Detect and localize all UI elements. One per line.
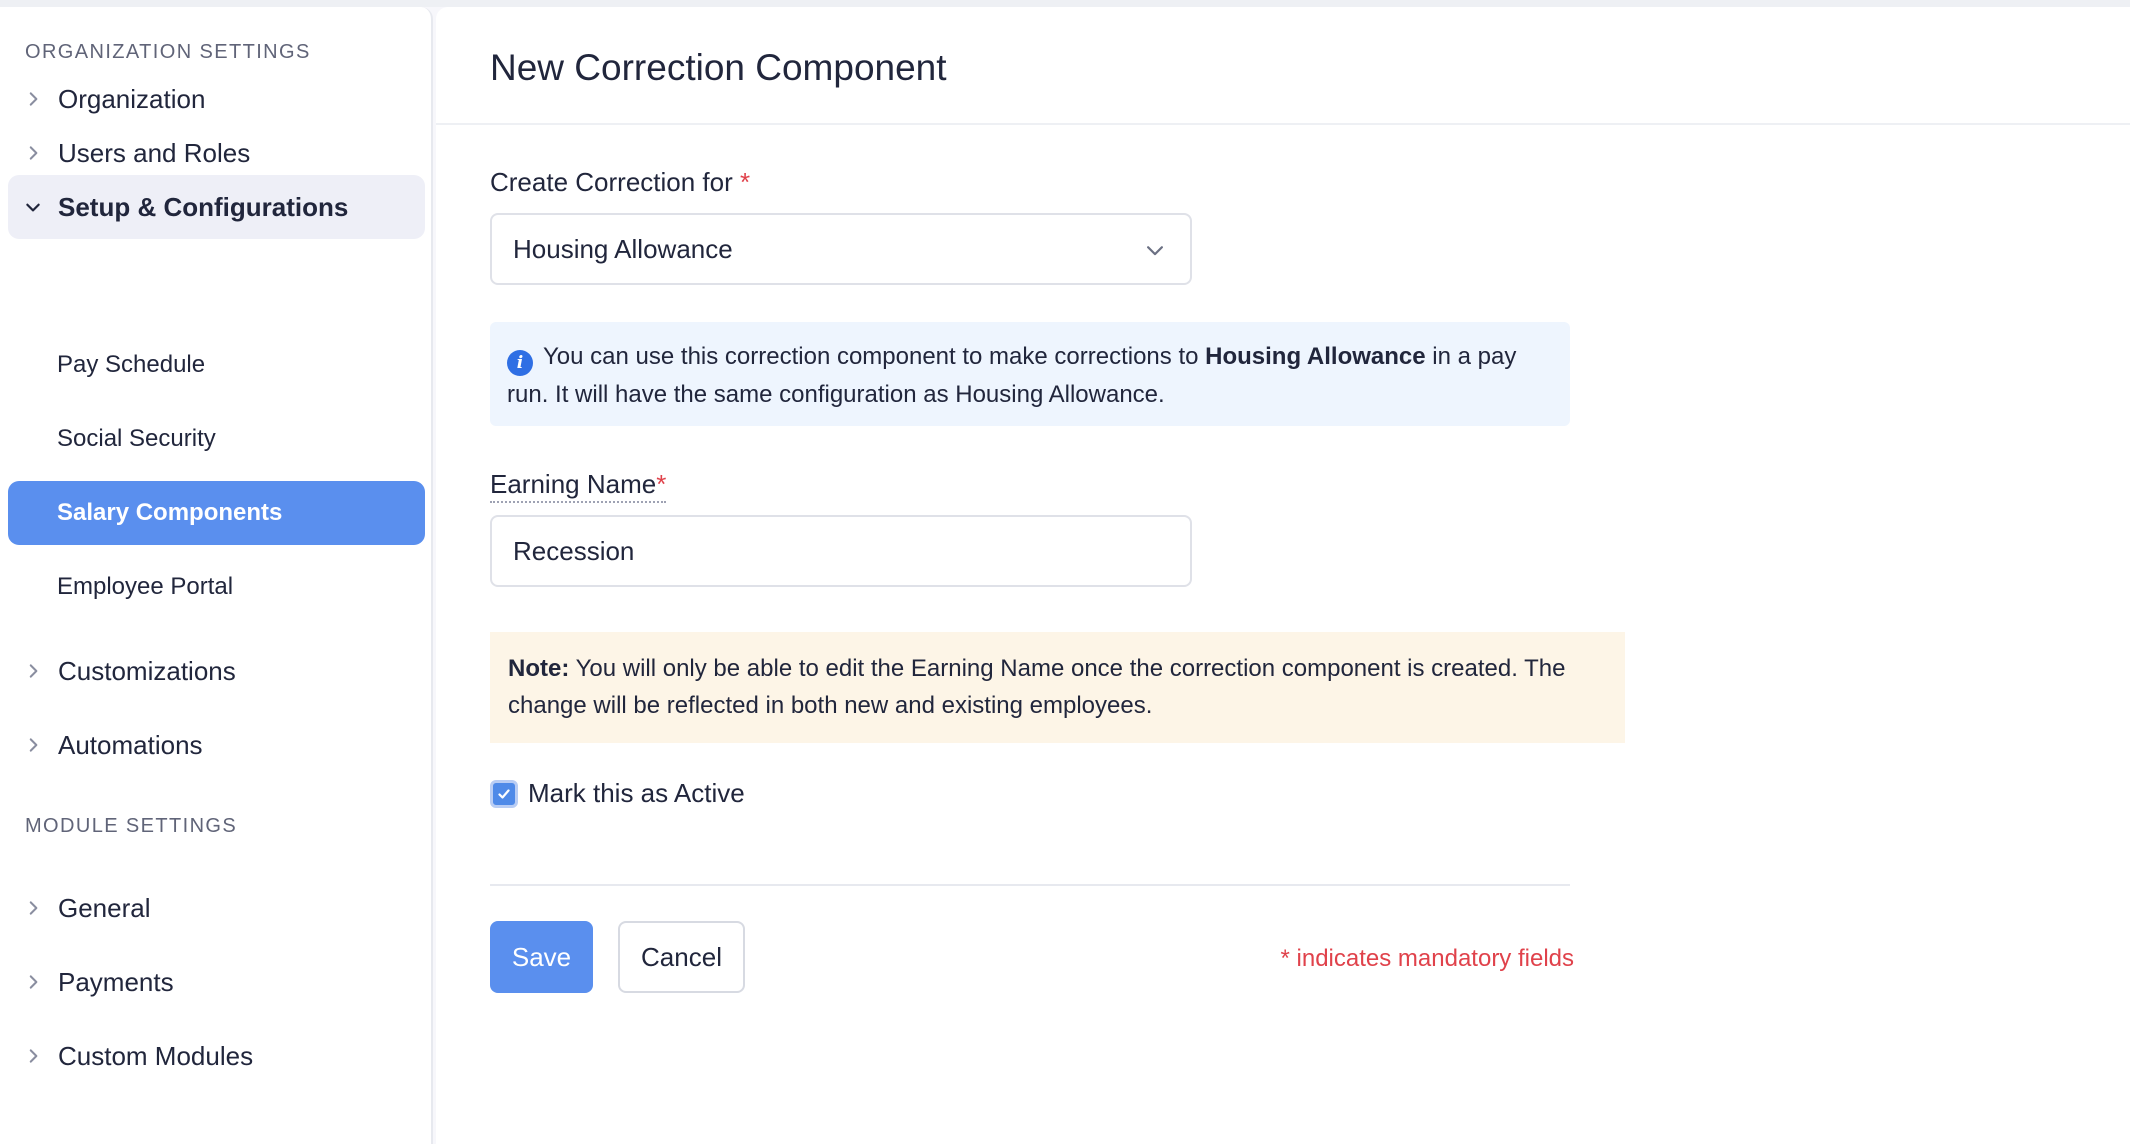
cancel-button[interactable]: Cancel: [618, 921, 745, 993]
earning-name-label: Earning Name*: [490, 469, 667, 503]
save-button[interactable]: Save: [490, 921, 593, 993]
sidebar-item-general[interactable]: General: [8, 876, 425, 940]
sidebar-item-label: Customizations: [58, 655, 236, 686]
checkmark-icon: [498, 788, 510, 799]
required-asterisk: *: [656, 469, 667, 499]
info-message: i You can use this correction component t…: [490, 322, 1570, 426]
sidebar-subitem-social-security[interactable]: Social Security: [8, 407, 425, 471]
create-correction-for-select[interactable]: Housing Allowance: [490, 213, 1192, 285]
chevron-right-icon: [8, 899, 58, 917]
sidebar-item-setup-configurations[interactable]: Setup & Configurations: [8, 175, 425, 239]
mark-active-checkbox[interactable]: [490, 779, 518, 808]
mark-active-checkbox-row[interactable]: Mark this as Active: [490, 778, 745, 809]
field-label-text: Create Correction for: [490, 167, 733, 197]
mark-active-label: Mark this as Active: [528, 778, 745, 808]
field-label-text: Earning Name: [490, 469, 657, 499]
app-window: ORGANIZATION SETTINGS Organization Users…: [0, 0, 2130, 1144]
note-prefix: Note:: [508, 655, 570, 682]
sidebar-item-label: Users and Roles: [58, 137, 251, 168]
form-divider: [490, 884, 1570, 886]
note-text: You will only be able to edit the Earnin…: [508, 655, 1566, 719]
chevron-right-icon: [8, 662, 58, 680]
info-highlight: Housing Allowance: [1205, 343, 1426, 370]
chevron-right-icon: [8, 973, 58, 991]
sidebar-item-custom-modules[interactable]: Custom Modules: [8, 1024, 425, 1088]
select-value: Housing Allowance: [513, 233, 733, 264]
header-divider: [436, 123, 2130, 125]
create-correction-for-label: Create Correction for *: [490, 167, 750, 198]
chevron-right-icon: [8, 736, 58, 754]
page-title: New Correction Component: [490, 47, 947, 88]
sidebar-subitem-salary-components[interactable]: Salary Components: [8, 481, 425, 545]
sidebar-item-label: General: [58, 892, 151, 923]
chevron-right-icon: [8, 144, 58, 162]
note-message: Note: You will only be able to edit the …: [490, 632, 1625, 743]
sidebar-item-payments[interactable]: Payments: [8, 950, 425, 1014]
mandatory-fields-note: * indicates mandatory fields: [1280, 945, 1574, 972]
sidebar-item-label: Setup & Configurations: [58, 191, 349, 222]
info-icon: i: [507, 350, 533, 376]
settings-sidebar: ORGANIZATION SETTINGS Organization Users…: [0, 7, 433, 1144]
top-border: [0, 0, 2130, 7]
sidebar-item-customizations[interactable]: Customizations: [8, 639, 425, 703]
sidebar-subitem-pay-schedule[interactable]: Pay Schedule: [8, 333, 425, 397]
chevron-down-icon: [8, 198, 58, 216]
module-settings-heading: MODULE SETTINGS: [25, 815, 238, 837]
sidebar-item-label: Payments: [58, 966, 174, 997]
sidebar-item-label: Automations: [58, 729, 203, 760]
organization-settings-heading: ORGANIZATION SETTINGS: [25, 41, 311, 63]
earning-name-label-wrap: Earning Name*: [490, 469, 667, 503]
main-content: New Correction Component Create Correcti…: [436, 7, 2130, 1144]
sidebar-item-label: Organization: [58, 83, 206, 114]
chevron-down-icon: [1147, 246, 1163, 256]
sidebar-subitem-employee-portal[interactable]: Employee Portal: [8, 555, 425, 619]
chevron-right-icon: [8, 90, 58, 108]
info-text-before: You can use this correction component to…: [543, 343, 1199, 370]
required-asterisk: *: [740, 167, 751, 197]
chevron-right-icon: [8, 1047, 58, 1065]
earning-name-input[interactable]: [490, 515, 1192, 587]
sidebar-item-label: Custom Modules: [58, 1040, 254, 1071]
sidebar-item-automations[interactable]: Automations: [8, 713, 425, 777]
